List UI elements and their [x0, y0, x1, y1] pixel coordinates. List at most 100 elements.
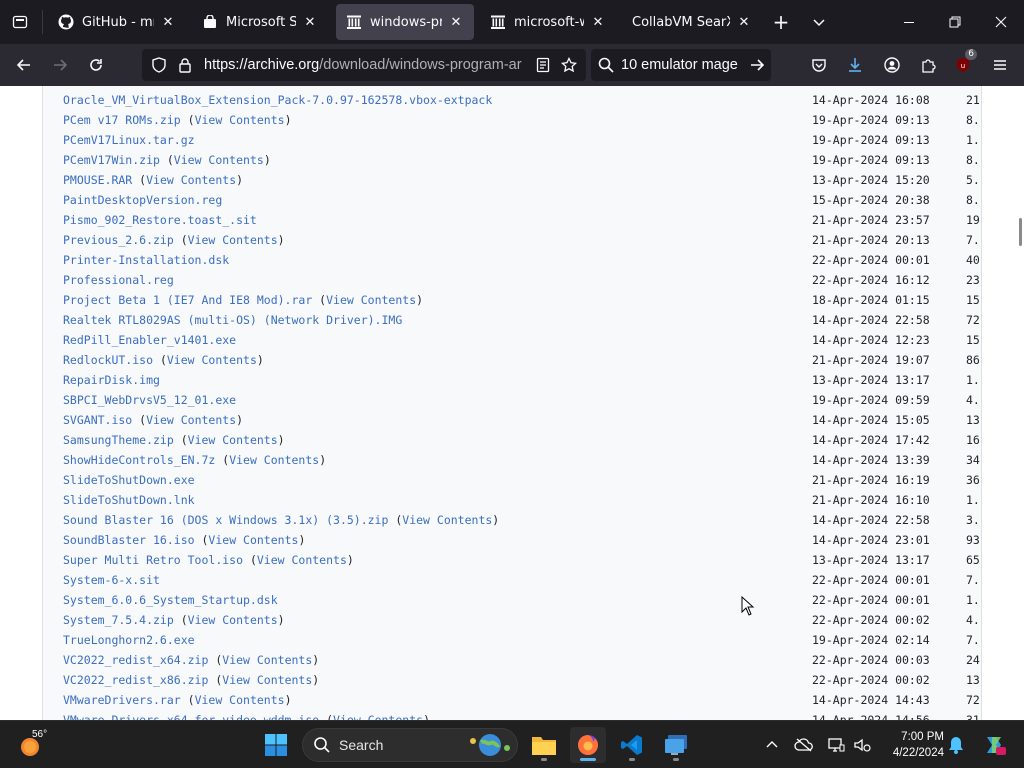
file-link[interactable]: PCemV17Win.zip [63, 153, 160, 167]
tab-windows-programs[interactable]: windows-progra ✕ [336, 4, 474, 40]
file-link[interactable]: SoundBlaster 16.iso [63, 533, 195, 547]
minimize-button[interactable] [886, 0, 932, 44]
reload-button[interactable] [79, 49, 113, 81]
ublock-origin-button[interactable]: u 6 [947, 49, 979, 81]
file-link[interactable]: Sound Blaster 16 (DOS x Windows 3.1x) (3… [63, 513, 388, 527]
reader-view-icon[interactable] [530, 49, 556, 81]
file-link[interactable]: SamsungTheme.zip [63, 433, 174, 447]
file-link[interactable]: SlideToShutDown.lnk [63, 493, 195, 507]
file-link[interactable]: Pismo_902_Restore.toast_.sit [63, 213, 257, 227]
view-contents-link[interactable]: View Contents [257, 553, 347, 567]
search-go-arrow-icon[interactable] [743, 57, 771, 73]
restore-button[interactable] [932, 0, 978, 44]
chevron-down-icon [813, 19, 825, 27]
url-text[interactable]: https://archive.org/download/windows-pro… [198, 57, 530, 73]
view-contents-link[interactable]: View Contents [222, 653, 312, 667]
file-name-cell: RedPill_Enabler_v1401.exe [63, 330, 236, 350]
view-contents-link[interactable]: View Contents [402, 513, 492, 527]
file-link[interactable]: VMwareDrivers.rar [63, 693, 181, 707]
remote-desktop-taskbar-button[interactable] [658, 727, 694, 763]
page-scrollbar-thumb[interactable] [1019, 218, 1022, 246]
file-link[interactable]: RedlockUT.iso [63, 353, 153, 367]
new-tab-button[interactable]: + [766, 7, 796, 37]
tab-collabvm-searxng[interactable]: CollabVM SearXNG ✕ [622, 4, 762, 40]
firefox-taskbar-button[interactable] [570, 727, 606, 763]
file-link[interactable]: TrueLonghorn2.6.exe [63, 633, 195, 647]
close-icon[interactable]: ✕ [302, 14, 318, 30]
view-contents-link[interactable]: View Contents [208, 533, 298, 547]
downloads-button[interactable] [839, 49, 871, 81]
file-link[interactable]: VMware_Drivers_x64_for_video_wddm.iso [63, 713, 319, 720]
file-link[interactable]: Oracle_VM_VirtualBox_Extension_Pack-7.0.… [63, 93, 492, 107]
view-contents-link[interactable]: View Contents [146, 173, 236, 187]
file-link[interactable]: Printer-Installation.dsk [63, 253, 229, 267]
file-link[interactable]: Professional.reg [63, 273, 174, 287]
view-contents-link[interactable]: View Contents [167, 353, 257, 367]
extensions-button[interactable] [912, 49, 944, 81]
view-contents-link[interactable]: View Contents [195, 113, 285, 127]
file-link[interactable]: System-6-x.sit [63, 573, 160, 587]
view-contents-link[interactable]: View Contents [188, 233, 278, 247]
tab-microsoft-store[interactable]: Microsoft Store ✕ [192, 4, 328, 40]
account-button[interactable] [876, 49, 908, 81]
show-hidden-icons-button[interactable] [760, 733, 784, 757]
view-contents-link[interactable]: View Contents [326, 293, 416, 307]
file-link[interactable]: VC2022_redist_x64.zip [63, 653, 208, 667]
view-contents-link[interactable]: View Contents [188, 613, 278, 627]
file-link[interactable]: RepairDisk.img [63, 373, 160, 387]
file-explorer-button[interactable] [526, 727, 562, 763]
file-link[interactable]: PMOUSE.RAR [63, 173, 132, 187]
back-button[interactable] [7, 49, 41, 81]
notifications-button[interactable] [944, 733, 968, 757]
network-tray-button[interactable] [824, 733, 848, 757]
pocket-button[interactable] [803, 49, 835, 81]
copilot-button[interactable] [980, 733, 1008, 757]
file-link[interactable]: PCemV17Linux.tar.gz [63, 133, 195, 147]
vscode-taskbar-button[interactable] [614, 727, 650, 763]
app-menu-button[interactable] [984, 49, 1016, 81]
list-all-tabs-button[interactable] [804, 7, 834, 37]
forward-button[interactable] [43, 49, 77, 81]
file-link[interactable]: System_6.0.6_System_Startup.dsk [63, 593, 278, 607]
view-contents-link[interactable]: View Contents [229, 453, 319, 467]
file-link[interactable]: ShowHideControls_EN.7z [63, 453, 215, 467]
file-link[interactable]: SBPCI_WebDrvsV5_12_01.exe [63, 393, 236, 407]
close-icon[interactable]: ✕ [160, 14, 176, 30]
firefox-view-button[interactable] [0, 0, 40, 44]
file-link[interactable]: VC2022_redist_x86.zip [63, 673, 208, 687]
taskbar-clock[interactable]: 7:00 PM 4/22/2024 [886, 729, 944, 761]
onedrive-tray-button[interactable] [792, 733, 816, 757]
start-button[interactable] [258, 727, 294, 763]
file-link[interactable]: PCem v17 ROMs.zip [63, 113, 181, 127]
file-link[interactable]: SlideToShutDown.exe [63, 473, 195, 487]
file-link[interactable]: Project Beta 1 (IE7 And IE8 Mod).rar [63, 293, 312, 307]
file-link[interactable]: PaintDesktopVersion.reg [63, 193, 222, 207]
view-contents-link[interactable]: View Contents [174, 153, 264, 167]
file-link[interactable]: SVGANT.iso [63, 413, 132, 427]
weather-widget[interactable]: 56° [18, 729, 68, 761]
close-window-button[interactable] [978, 0, 1024, 44]
file-link[interactable]: System_7.5.4.zip [63, 613, 174, 627]
file-link[interactable]: RedPill_Enabler_v1401.exe [63, 333, 236, 347]
url-bar[interactable]: https://archive.org/download/windows-pro… [142, 49, 586, 81]
tab-github[interactable]: GitHub - mmgo ✕ [48, 4, 186, 40]
view-contents-link[interactable]: View Contents [146, 413, 236, 427]
tab-microsoft-windows[interactable]: microsoft-windo ✕ [480, 4, 616, 40]
view-contents-link[interactable]: View Contents [195, 693, 285, 707]
search-bar[interactable]: 10 emulator mage [591, 49, 771, 81]
close-icon[interactable]: ✕ [590, 14, 606, 30]
volume-tray-button[interactable] [850, 733, 874, 757]
file-link[interactable]: Realtek RTL8029AS (multi-OS) (Network Dr… [63, 313, 402, 327]
view-contents-link[interactable]: View Contents [333, 713, 423, 720]
close-icon[interactable]: ✕ [736, 14, 752, 30]
view-contents-link[interactable]: View Contents [222, 673, 312, 687]
tracking-protection-shield-icon[interactable] [146, 49, 172, 81]
lock-icon[interactable] [172, 49, 198, 81]
file-link[interactable]: Previous_2.6.zip [63, 233, 174, 247]
bookmark-star-icon[interactable] [556, 49, 582, 81]
view-contents-link[interactable]: View Contents [188, 433, 278, 447]
search-input[interactable]: 10 emulator mage [621, 57, 743, 73]
close-icon[interactable]: ✕ [448, 14, 464, 30]
taskbar-search-box[interactable]: Search [302, 728, 518, 762]
file-link[interactable]: Super Multi Retro Tool.iso [63, 553, 243, 567]
